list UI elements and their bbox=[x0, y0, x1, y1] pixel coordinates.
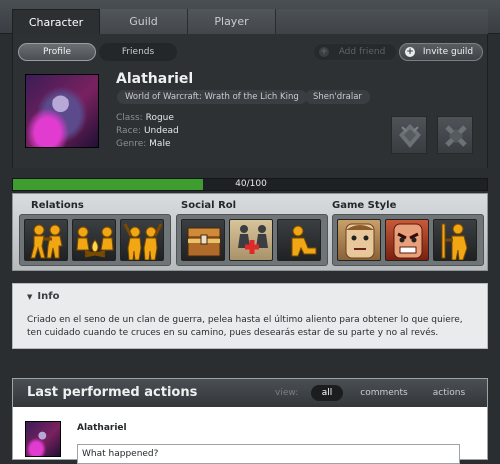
game-tag[interactable]: World of Warcraft: Wrath of the Lich Kin… bbox=[117, 90, 307, 104]
profile-panel: Profile Friends + Add friend + Invite gu… bbox=[12, 34, 488, 168]
class-value: Rogue bbox=[145, 113, 174, 123]
activity-title: Last performed actions bbox=[27, 385, 198, 400]
class-label: Class: bbox=[116, 113, 143, 123]
experience-progress-bar: 40/100 bbox=[12, 178, 488, 191]
relations-slots bbox=[19, 214, 171, 266]
character-stats: Class: Rogue Race: Undead Genre: Male bbox=[116, 112, 179, 151]
plus-icon: + bbox=[405, 47, 415, 57]
filter-all-button[interactable]: all bbox=[311, 385, 343, 401]
warrior-icon[interactable] bbox=[433, 219, 477, 261]
tab-bar-filler bbox=[276, 9, 488, 34]
tab-guild[interactable]: Guild bbox=[100, 9, 188, 34]
game-style-group: Game Style bbox=[332, 194, 484, 270]
faction-badge-slot[interactable] bbox=[391, 116, 427, 154]
activity-header: Last performed actions view: all comment… bbox=[13, 379, 487, 407]
status-input[interactable]: What happened? bbox=[77, 444, 460, 464]
post-author-name: Alathariel bbox=[77, 423, 127, 433]
activity-panel: Last performed actions view: all comment… bbox=[12, 378, 488, 464]
filter-comments-button[interactable]: comments bbox=[359, 385, 409, 401]
campfire-icon[interactable] bbox=[72, 219, 116, 261]
social-rol-group: Social Rol bbox=[176, 194, 328, 270]
game-style-slots bbox=[332, 214, 484, 266]
class-row: Class: Rogue bbox=[116, 112, 179, 125]
view-label: view: bbox=[275, 388, 299, 398]
game-style-title: Game Style bbox=[332, 200, 397, 211]
filter-actions-button[interactable]: actions bbox=[427, 385, 471, 401]
main-tab-bar: Character Guild Player bbox=[0, 0, 500, 34]
genre-label: Genre: bbox=[116, 139, 147, 149]
genre-row: Genre: Male bbox=[116, 138, 179, 151]
calm-face-icon[interactable] bbox=[337, 219, 381, 261]
profile-button[interactable]: Profile bbox=[18, 43, 96, 61]
info-toggle[interactable]: ▼ Info bbox=[27, 291, 59, 302]
class-badge-slot[interactable] bbox=[437, 116, 473, 154]
invite-guild-button[interactable]: + Invite guild bbox=[399, 43, 483, 61]
character-avatar bbox=[25, 74, 99, 148]
race-label: Race: bbox=[116, 126, 142, 136]
race-row: Race: Undead bbox=[116, 125, 179, 138]
info-description: Criado en el seno de un clan de guerra, … bbox=[27, 315, 463, 338]
tab-character[interactable]: Character bbox=[12, 9, 100, 34]
race-value: Undead bbox=[143, 126, 179, 136]
crossed-blades-icon bbox=[445, 125, 467, 147]
add-friend-button[interactable]: + Add friend bbox=[313, 43, 397, 61]
relations-title: Relations bbox=[31, 200, 84, 211]
faction-emblem-icon bbox=[399, 124, 421, 148]
friends-button[interactable]: Friends bbox=[99, 43, 177, 61]
add-friend-label: Add friend bbox=[338, 47, 386, 57]
chess-heal-icon[interactable] bbox=[229, 219, 273, 261]
angry-face-icon[interactable] bbox=[385, 219, 429, 261]
collapse-triangle-icon: ▼ bbox=[27, 293, 33, 301]
group-hug-icon[interactable] bbox=[24, 219, 68, 261]
cheer-icon[interactable] bbox=[120, 219, 164, 261]
plus-icon: + bbox=[319, 47, 329, 57]
progress-text: 40/100 bbox=[235, 179, 267, 189]
tab-player[interactable]: Player bbox=[188, 9, 276, 34]
invite-guild-label: Invite guild bbox=[422, 47, 474, 57]
profile-subnav: Profile Friends + Add friend + Invite gu… bbox=[13, 43, 489, 63]
social-rol-title: Social Rol bbox=[181, 200, 237, 211]
genre-value: Male bbox=[149, 139, 171, 149]
realm-tag[interactable]: Shen'dralar bbox=[305, 90, 370, 104]
treasure-chest-icon[interactable] bbox=[181, 219, 225, 261]
character-name: Alathariel bbox=[116, 71, 194, 87]
social-rol-slots bbox=[176, 214, 328, 266]
seated-figure-icon[interactable] bbox=[277, 219, 321, 261]
info-title: Info bbox=[37, 291, 60, 302]
traits-panel: Relations Social Rol Game Style bbox=[12, 193, 488, 271]
info-panel: ▼ Info Criado en el seno de un clan de gu… bbox=[12, 283, 488, 349]
relations-group: Relations bbox=[19, 194, 171, 270]
post-avatar bbox=[25, 421, 61, 457]
